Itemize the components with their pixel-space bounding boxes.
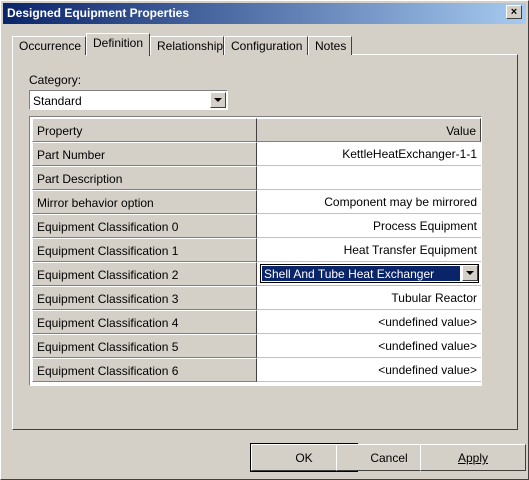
chevron-down-icon[interactable]: [210, 92, 226, 108]
property-name[interactable]: Equipment Classification 4: [32, 310, 257, 334]
property-name[interactable]: Equipment Classification 2: [32, 262, 257, 286]
property-name[interactable]: Mirror behavior option: [32, 190, 257, 214]
property-name[interactable]: Equipment Classification 6: [32, 358, 257, 382]
property-name[interactable]: Part Description: [32, 166, 257, 190]
category-value: Standard: [33, 94, 82, 108]
property-value[interactable]: <undefined value>: [257, 358, 481, 382]
property-name[interactable]: Part Number: [32, 142, 257, 166]
property-value[interactable]: Process Equipment: [257, 214, 481, 238]
table-row: Equipment Classification 4 <undefined va…: [32, 310, 481, 334]
table-row: Equipment Classification 2 Shell And Tub…: [32, 262, 481, 286]
classification-2-combo[interactable]: Shell And Tube Heat Exchanger: [260, 264, 479, 283]
window-title: Designed Equipment Properties: [7, 6, 190, 20]
property-value[interactable]: [257, 166, 481, 190]
table-row: Equipment Classification 5 <undefined va…: [32, 334, 481, 358]
tab-occurrence[interactable]: Occurrence: [12, 36, 86, 55]
tab-configuration[interactable]: Configuration: [224, 36, 308, 55]
property-value[interactable]: Heat Transfer Equipment: [257, 238, 481, 262]
table-row: Equipment Classification 3 Tubular React…: [32, 286, 481, 310]
category-label: Category:: [29, 73, 82, 87]
grid-header-row: Property Value: [32, 118, 481, 142]
chevron-down-icon[interactable]: [462, 265, 478, 281]
property-name[interactable]: Equipment Classification 3: [32, 286, 257, 310]
value-column-header[interactable]: Value: [257, 118, 481, 142]
table-row: Equipment Classification 1 Heat Transfer…: [32, 238, 481, 262]
property-name[interactable]: Equipment Classification 0: [32, 214, 257, 238]
table-row: Equipment Classification 0 Process Equip…: [32, 214, 481, 238]
category-select[interactable]: Standard: [29, 90, 228, 110]
property-name[interactable]: Equipment Classification 1: [32, 238, 257, 262]
property-grid: Property Value Part Number KettleHeatExc…: [29, 116, 482, 386]
tab-notes[interactable]: Notes: [308, 36, 352, 55]
property-name[interactable]: Equipment Classification 5: [32, 334, 257, 358]
property-column-header[interactable]: Property: [32, 118, 257, 142]
title-bar[interactable]: Designed Equipment Properties ×: [3, 3, 526, 24]
property-value[interactable]: <undefined value>: [257, 310, 481, 334]
property-value[interactable]: KettleHeatExchanger-1-1: [257, 142, 481, 166]
table-row: Part Number KettleHeatExchanger-1-1: [32, 142, 481, 166]
property-value[interactable]: <undefined value>: [257, 334, 481, 358]
combo-selected-value[interactable]: Shell And Tube Heat Exchanger: [262, 266, 460, 281]
property-value[interactable]: Component may be mirrored: [257, 190, 481, 214]
apply-button[interactable]: Apply: [420, 444, 526, 471]
property-value[interactable]: Tubular Reactor: [257, 286, 481, 310]
table-row: Equipment Classification 6 <undefined va…: [32, 358, 481, 382]
table-row: Part Description: [32, 166, 481, 190]
table-row: Mirror behavior option Component may be …: [32, 190, 481, 214]
close-button[interactable]: ×: [506, 5, 522, 19]
tab-relationship[interactable]: Relationship: [150, 36, 224, 55]
tab-definition[interactable]: Definition: [86, 33, 150, 56]
